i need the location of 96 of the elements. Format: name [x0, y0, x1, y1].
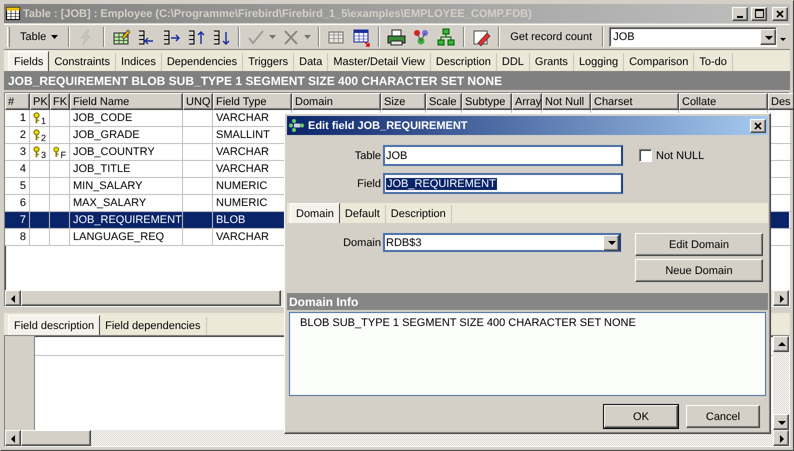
domain-button[interactable]: Edit Domain — [635, 233, 763, 256]
close-icon — [776, 10, 784, 18]
down-arrow-icon — [606, 238, 616, 247]
domain-button[interactable]: Neue Domain — [635, 259, 763, 282]
field-name: JOB_CODE — [73, 112, 132, 124]
column-header[interactable]: Field Type — [213, 93, 292, 110]
tab[interactable]: Fields — [8, 51, 50, 71]
row-number: 1 — [20, 112, 26, 124]
key-index: F — [60, 150, 66, 160]
field-type: VARCHAR — [216, 231, 269, 243]
row-number: 2 — [20, 129, 26, 141]
field-type: VARCHAR — [216, 112, 269, 124]
key-index: 1 — [40, 116, 46, 126]
field-name: JOB_TITLE — [73, 163, 130, 175]
left-arrow-icon — [8, 294, 18, 302]
dialog-button[interactable]: OK — [604, 405, 678, 428]
column-header[interactable]: Charset — [591, 93, 679, 110]
caret-icon — [304, 35, 312, 39]
field-label: Table — [354, 150, 382, 162]
column-header[interactable]: Field Name — [70, 93, 183, 110]
field-type: BLOB — [216, 214, 246, 226]
field-name: LANGUAGE_REQ — [73, 231, 164, 243]
key-icon — [33, 129, 40, 141]
table-icon — [6, 7, 20, 20]
key-icon — [33, 146, 40, 158]
key-icon — [53, 146, 60, 158]
table-menu-button[interactable]: Table — [15, 26, 64, 48]
domain-combo[interactable]: RDB$3 — [383, 233, 621, 252]
column-header[interactable]: Scale — [426, 93, 462, 110]
row-number: 3 — [20, 146, 26, 158]
field-label: Field — [356, 178, 382, 190]
row-number: 8 — [20, 231, 26, 243]
field-type: VARCHAR — [216, 163, 269, 175]
dots-icon — [289, 119, 305, 132]
domain-info-header: Domain Info — [287, 293, 768, 310]
column-header[interactable]: # — [5, 93, 30, 110]
column-header[interactable]: PK — [30, 93, 50, 110]
maximize-icon — [754, 9, 764, 18]
column-header[interactable]: UNQ — [183, 93, 213, 110]
column-header[interactable]: Subtype — [462, 93, 512, 110]
field-type: SMALLINT — [216, 129, 270, 141]
scroll-down-button[interactable] — [773, 414, 789, 430]
tab[interactable]: Domain — [290, 203, 340, 223]
scroll-right-button[interactable] — [773, 430, 789, 446]
maximize-button[interactable] — [751, 6, 767, 20]
field-name: MIN_SALARY — [73, 180, 142, 192]
key-index: 2 — [40, 133, 46, 143]
field-input[interactable]: JOB_REQUIREMENT — [383, 173, 623, 194]
dialog-button[interactable]: Cancel — [686, 405, 760, 428]
table-combo[interactable]: JOB — [609, 27, 777, 47]
field-name: JOB_GRADE — [73, 129, 140, 141]
column-header[interactable]: Collate — [679, 93, 768, 110]
scroll-left-button[interactable] — [5, 290, 21, 306]
minimize-button[interactable] — [732, 6, 748, 20]
up-arrow-icon — [776, 340, 786, 348]
domain-info-text: BLOB SUB_TYPE 1 SEGMENT SIZE 400 CHARACTER SET NONE — [300, 317, 636, 329]
column-header[interactable]: Array — [512, 93, 542, 110]
field-name: JOB_REQUIREMENT — [73, 214, 182, 226]
close-icon — [754, 122, 762, 130]
field-definition-bar: JOB_REQUIREMENT BLOB SUB_TYPE 1 SEGMENT SIZE 400 CHARACTER SET NONE — [4, 71, 790, 90]
dialog-title: Edit field JOB_REQUIREMENT — [308, 120, 469, 132]
caret-icon — [51, 35, 58, 39]
column-header[interactable]: Domain — [292, 93, 381, 110]
field-label: Domain — [342, 236, 382, 249]
row-number: 4 — [20, 163, 26, 175]
caret-icon — [269, 35, 276, 39]
scroll-thumb[interactable] — [21, 290, 281, 306]
scroll-up-button[interactable] — [773, 336, 789, 352]
column-header[interactable]: Not Null — [542, 93, 591, 110]
scroll-right-button[interactable] — [773, 290, 789, 306]
tab[interactable]: Field description — [8, 315, 100, 335]
field-type: NUMERIC — [216, 180, 268, 192]
minimize-icon — [737, 16, 743, 18]
field-name: JOB_COUNTRY — [73, 146, 155, 158]
row-number: 6 — [20, 197, 26, 209]
key-icon — [33, 112, 40, 124]
check-icon — [247, 28, 266, 46]
scroll-thumb[interactable] — [21, 430, 91, 446]
record-count-button[interactable]: Get record count — [505, 26, 598, 48]
close-button[interactable] — [750, 118, 766, 132]
field-name: MAX_SALARY — [73, 197, 146, 209]
row-number: 7 — [20, 214, 26, 226]
column-header[interactable]: FK — [50, 93, 70, 110]
column-header[interactable]: Size — [381, 93, 426, 110]
field-type: NUMERIC — [216, 197, 268, 209]
column-header[interactable]: Des — [768, 93, 793, 110]
window-title: Table : [JOB] : Employee (C:\Programme\Firebird\Firebird_1_5\examples\EMPLOYEE_COMP.FDB) — [23, 8, 533, 20]
close-button[interactable] — [772, 6, 788, 20]
scroll-left-button[interactable] — [5, 430, 21, 446]
checkbox-label: Not NULL — [656, 150, 704, 162]
key-index: 3 — [40, 150, 46, 160]
row-number: 5 — [20, 180, 26, 192]
table-input[interactable]: JOB — [383, 145, 623, 166]
left-arrow-icon — [8, 434, 18, 442]
field-type: VARCHAR — [216, 146, 269, 158]
not-null-checkbox[interactable] — [639, 149, 652, 162]
